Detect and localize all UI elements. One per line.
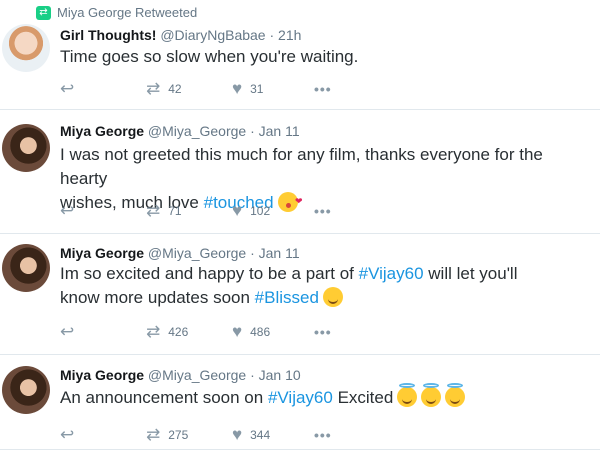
tweet-time[interactable]: · Jan 10: [250, 367, 301, 383]
more-icon: •••: [314, 426, 332, 443]
reply-icon: ↩: [60, 79, 75, 98]
like-count: 486: [250, 324, 271, 339]
reply-icon: ↩: [60, 425, 75, 444]
reply-button[interactable]: ↩: [60, 80, 146, 97]
retweet-button[interactable]: ⇄ 71: [146, 202, 232, 219]
like-button[interactable]: ♥ 31: [232, 80, 314, 97]
reply-button[interactable]: ↩: [60, 426, 146, 443]
retweet-count: 42: [168, 81, 182, 96]
retweet-button[interactable]: ⇄ 275: [146, 426, 232, 443]
tweet-header: Miya George @Miya_George · Jan 11: [60, 123, 300, 139]
author-name[interactable]: Miya George: [60, 245, 144, 261]
retweet-icon: ⇄: [146, 425, 161, 444]
tweet-time[interactable]: · Jan 11: [250, 245, 300, 261]
tweet-text-line1: I was not greeted this much for any film…: [60, 145, 543, 188]
halo-emoji-icon: [421, 383, 442, 407]
retweet-badge-icon: ⇄: [36, 5, 51, 20]
tweet-text-pre: An announcement soon on: [60, 388, 268, 407]
reply-button[interactable]: ↩: [60, 202, 146, 219]
more-icon: •••: [314, 202, 332, 219]
heart-icon: ♥: [232, 79, 243, 98]
tweet-4[interactable]: Miya George @Miya_George · Jan 10 An ann…: [0, 355, 600, 450]
tweet-1[interactable]: ⇄ Miya George Retweeted Girl Thoughts! @…: [0, 0, 600, 110]
author-name[interactable]: Girl Thoughts!: [60, 27, 156, 43]
more-icon: •••: [314, 323, 332, 340]
retweet-icon: ⇄: [146, 322, 161, 341]
like-button[interactable]: ♥ 102: [232, 202, 314, 219]
retweet-context: ⇄ Miya George Retweeted: [36, 5, 197, 20]
heart-icon: ♥: [232, 322, 243, 341]
hashtag-link[interactable]: #Vijay60: [359, 264, 424, 283]
tweet-text: Im so excited and happy to be a part of …: [60, 262, 560, 310]
more-button[interactable]: •••: [314, 204, 332, 218]
tweet-header: Girl Thoughts! @DiaryNgBabae · 21h: [60, 27, 301, 43]
like-count: 344: [250, 427, 271, 442]
author-handle[interactable]: @Miya_George: [148, 123, 246, 139]
tweet-actions: ↩ ⇄ 426 ♥ 486 •••: [60, 323, 332, 340]
avatar[interactable]: [2, 24, 50, 72]
tweet-actions: ↩ ⇄ 275 ♥ 344 •••: [60, 426, 332, 443]
more-button[interactable]: •••: [314, 82, 332, 96]
retweet-icon: ⇄: [146, 201, 161, 220]
tweet-header: Miya George @Miya_George · Jan 11: [60, 245, 300, 261]
like-count: 31: [250, 81, 264, 96]
tweet-text: An announcement soon on #Vijay60 Excited: [60, 383, 594, 410]
author-handle[interactable]: @DiaryNgBabae: [160, 27, 265, 43]
tweet-header: Miya George @Miya_George · Jan 10: [60, 367, 301, 383]
like-count: 102: [250, 203, 271, 218]
reply-icon: ↩: [60, 201, 75, 220]
author-name[interactable]: Miya George: [60, 367, 144, 383]
avatar[interactable]: [2, 366, 50, 414]
retweet-icon: ⇄: [146, 79, 161, 98]
retweet-count: 71: [168, 203, 182, 218]
author-handle[interactable]: @Miya_George: [148, 367, 246, 383]
author-handle[interactable]: @Miya_George: [148, 245, 246, 261]
retweet-button[interactable]: ⇄ 426: [146, 323, 232, 340]
tweet-time[interactable]: · 21h: [269, 27, 301, 43]
tweet-actions: ↩ ⇄ 71 ♥ 102 •••: [60, 202, 332, 219]
heart-icon: ♥: [232, 201, 243, 220]
reply-icon: ↩: [60, 322, 75, 341]
retweet-count: 275: [168, 427, 189, 442]
retweet-button[interactable]: ⇄ 42: [146, 80, 232, 97]
hashtag-link[interactable]: #Blissed: [255, 288, 319, 307]
more-icon: •••: [314, 80, 332, 97]
smile-emoji-icon: [322, 287, 343, 307]
halo-emoji-icon: [445, 383, 466, 407]
tweet-actions: ↩ ⇄ 42 ♥ 31 •••: [60, 80, 332, 97]
hashtag-link[interactable]: #Vijay60: [268, 388, 333, 407]
reply-button[interactable]: ↩: [60, 323, 146, 340]
like-button[interactable]: ♥ 344: [232, 426, 314, 443]
tweet-text: Time goes so slow when you're waiting.: [60, 45, 594, 69]
halo-emoji-icon: [397, 383, 418, 407]
retweeted-by-label: Miya George Retweeted: [57, 5, 198, 20]
tweet-3[interactable]: Miya George @Miya_George · Jan 11 Im so …: [0, 234, 600, 355]
tweet-2[interactable]: Miya George @Miya_George · Jan 11 I was …: [0, 110, 600, 234]
tweet-text-post: Excited: [332, 388, 394, 407]
tweet-text-pre: Im so excited and happy to be a part of: [60, 264, 359, 283]
heart-icon: ♥: [232, 425, 243, 444]
tweet-time[interactable]: · Jan 11: [250, 123, 300, 139]
tweet-text-body: Time goes so slow when you're waiting.: [60, 47, 359, 66]
more-button[interactable]: •••: [314, 428, 332, 442]
author-name[interactable]: Miya George: [60, 123, 144, 139]
avatar[interactable]: [2, 244, 50, 292]
more-button[interactable]: •••: [314, 325, 332, 339]
like-button[interactable]: ♥ 486: [232, 323, 314, 340]
avatar[interactable]: [2, 124, 50, 172]
retweet-count: 426: [168, 324, 189, 339]
